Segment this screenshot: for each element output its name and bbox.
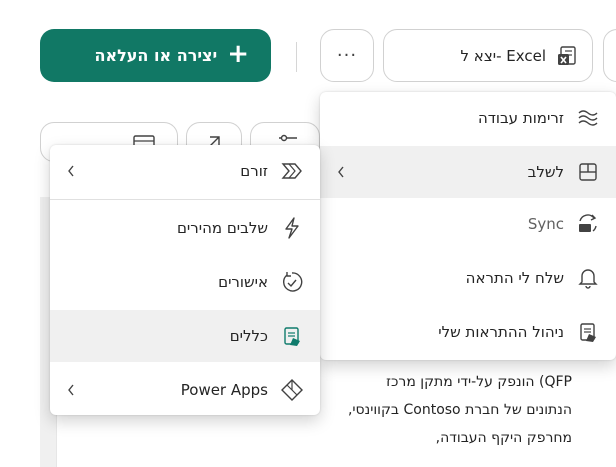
toolbar-button-partial[interactable] — [603, 29, 616, 82]
bell-icon — [576, 266, 600, 290]
menu-item-label: Power Apps — [180, 381, 268, 399]
submenu-item-quick-steps[interactable]: שלבים מהירים — [50, 202, 320, 254]
submenu-item-rules[interactable]: כללים — [50, 310, 320, 362]
document-line-3: מחרפק היקף העבודה, — [435, 430, 572, 446]
export-label: יצא ל- Excel — [460, 46, 547, 65]
menu-item-label: ניהול ההתראות שלי — [438, 323, 564, 341]
menu-item-label: Sync — [527, 215, 564, 233]
toolbar-divider — [296, 42, 297, 72]
menu-item-sync[interactable]: Sync — [320, 198, 616, 250]
submenu-item-flows[interactable]: זורם — [50, 145, 320, 197]
integrate-submenu: זורם שלבים מהירים אישורים כללים Power Ap… — [50, 145, 320, 415]
menu-item-workflows[interactable]: זרימות עבודה — [320, 92, 616, 144]
menu-item-label: זורם — [240, 162, 268, 180]
chevron-left-icon — [334, 162, 348, 182]
excel-icon — [556, 45, 578, 67]
more-options-button[interactable]: ··· — [320, 29, 374, 82]
document-line-2: הנתונים של חברת Contoso בקווינסי, — [347, 402, 572, 418]
submenu-item-power-apps[interactable]: Power Apps — [50, 364, 320, 416]
menu-item-manage-alerts[interactable]: ניהול ההתראות שלי — [320, 306, 616, 358]
menu-item-label: שלבים מהירים — [176, 219, 268, 237]
integrate-icon — [576, 160, 600, 184]
more-icon: ··· — [336, 45, 358, 66]
menu-item-label: שלח לי התראה — [465, 269, 564, 287]
sync-icon — [576, 212, 600, 236]
menu-item-label: זרימות עבודה — [477, 109, 564, 127]
quick-steps-icon — [280, 216, 304, 240]
menu-item-label: כללים — [229, 327, 268, 345]
manage-alerts-icon — [576, 320, 600, 344]
menu-item-label: אישורים — [218, 273, 268, 291]
approvals-icon — [280, 270, 304, 294]
chevron-left-icon — [64, 161, 78, 181]
document-line-1: QFP) הונפק על-ידי מתקן מרכז — [386, 374, 572, 390]
power-apps-icon — [280, 378, 304, 402]
submenu-item-approvals[interactable]: אישורים — [50, 256, 320, 308]
menu-item-integrate[interactable]: לשלב — [320, 146, 616, 198]
rules-icon — [280, 324, 304, 348]
menu-item-alert-me[interactable]: שלח לי התראה — [320, 252, 616, 304]
export-to-excel-button[interactable]: יצא ל- Excel — [383, 29, 593, 82]
create-or-upload-button[interactable]: יצירה או העלאה + — [40, 29, 271, 82]
create-label: יצירה או העלאה — [94, 46, 218, 65]
menu-item-label: לשלב — [527, 163, 564, 181]
plus-icon: + — [227, 39, 249, 69]
submenu-divider — [50, 199, 320, 200]
more-options-menu: זרימות עבודה לשלב Sync שלח לי התראה ניהו… — [320, 92, 616, 360]
power-automate-icon — [280, 159, 304, 183]
chevron-left-icon — [64, 380, 78, 400]
flow-icon — [576, 106, 600, 130]
